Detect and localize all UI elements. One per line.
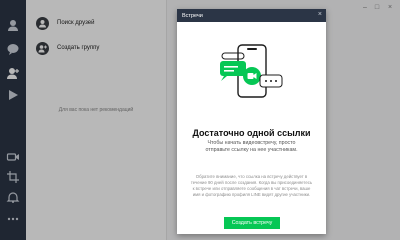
modal-subtitle: Чтобы начать видеовстречу, просто отправ… (205, 140, 298, 153)
meeting-illustration (220, 44, 283, 98)
modal-heading: Достаточно одной ссылки (192, 128, 311, 138)
modal-header: Встречи × (177, 9, 326, 22)
modal-title: Встречи (182, 12, 203, 19)
create-meeting-button[interactable]: Создать встречу (224, 217, 280, 229)
modal-note: Обратите внимание, что ссылка на встречу… (190, 174, 313, 197)
meetings-modal: Встречи × Достаточно одной ссылки Чтобы … (177, 9, 326, 234)
close-icon[interactable]: × (318, 11, 322, 18)
